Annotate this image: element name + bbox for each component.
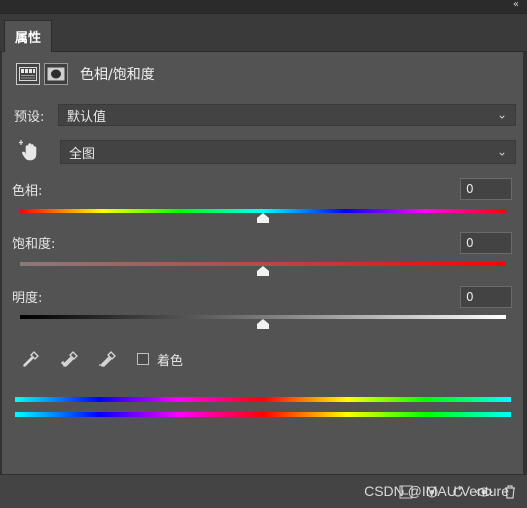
channel-select[interactable]: 全图 ⌄ bbox=[60, 140, 516, 164]
properties-panel: 色相/饱和度 预设: 默认值 ⌄ 全图 ⌄ 色相: 0 饱和度: 0 明度: 0 bbox=[2, 52, 523, 474]
saturation-label: 饱和度: bbox=[12, 237, 56, 252]
input-color-bar bbox=[15, 397, 511, 402]
output-color-bar bbox=[15, 412, 511, 417]
watermark-text: CSDN @IMAU Venture bbox=[364, 483, 509, 499]
colorize-option[interactable]: 着色 bbox=[137, 350, 183, 369]
lightness-label: 明度: bbox=[12, 291, 43, 306]
tab-properties[interactable]: 属性 bbox=[4, 20, 52, 52]
hue-label: 色相: bbox=[12, 184, 43, 199]
channel-value: 全图 bbox=[69, 146, 96, 162]
preset-value: 默认值 bbox=[67, 109, 107, 125]
hue-saturation-layer-icon[interactable] bbox=[16, 63, 40, 85]
hue-slider-thumb[interactable] bbox=[257, 213, 269, 223]
preset-label: 预设: bbox=[14, 110, 45, 125]
colorize-label: 着色 bbox=[157, 353, 184, 369]
collapse-panel-icon[interactable]: « bbox=[513, 0, 519, 10]
colorize-checkbox[interactable] bbox=[137, 353, 149, 365]
lightness-slider-thumb[interactable] bbox=[257, 319, 269, 329]
chevron-down-icon: ⌄ bbox=[496, 107, 507, 122]
layer-mask-icon[interactable] bbox=[44, 63, 68, 85]
panel-tab-bar: 属性 bbox=[0, 14, 527, 52]
eyedropper-subtract-icon[interactable] bbox=[95, 348, 119, 370]
hue-input[interactable]: 0 bbox=[460, 178, 512, 200]
saturation-slider-thumb[interactable] bbox=[257, 266, 269, 276]
panel-footer: CSDN @IMAU Venture bbox=[0, 474, 527, 508]
panel-title: 色相/饱和度 bbox=[80, 67, 155, 83]
preset-select[interactable]: 默认值 ⌄ bbox=[58, 104, 516, 126]
targeted-adjustment-hand-icon[interactable] bbox=[18, 138, 40, 162]
chevron-down-icon: ⌄ bbox=[496, 144, 507, 159]
saturation-input[interactable]: 0 bbox=[460, 232, 512, 254]
eyedropper-add-icon[interactable] bbox=[57, 348, 81, 370]
eyedropper-tools: 着色 bbox=[19, 348, 183, 370]
lightness-input[interactable]: 0 bbox=[460, 286, 512, 308]
panel-top-bar: « bbox=[0, 0, 527, 14]
panel-header: 色相/饱和度 bbox=[16, 62, 155, 86]
eyedropper-icon[interactable] bbox=[19, 348, 43, 370]
